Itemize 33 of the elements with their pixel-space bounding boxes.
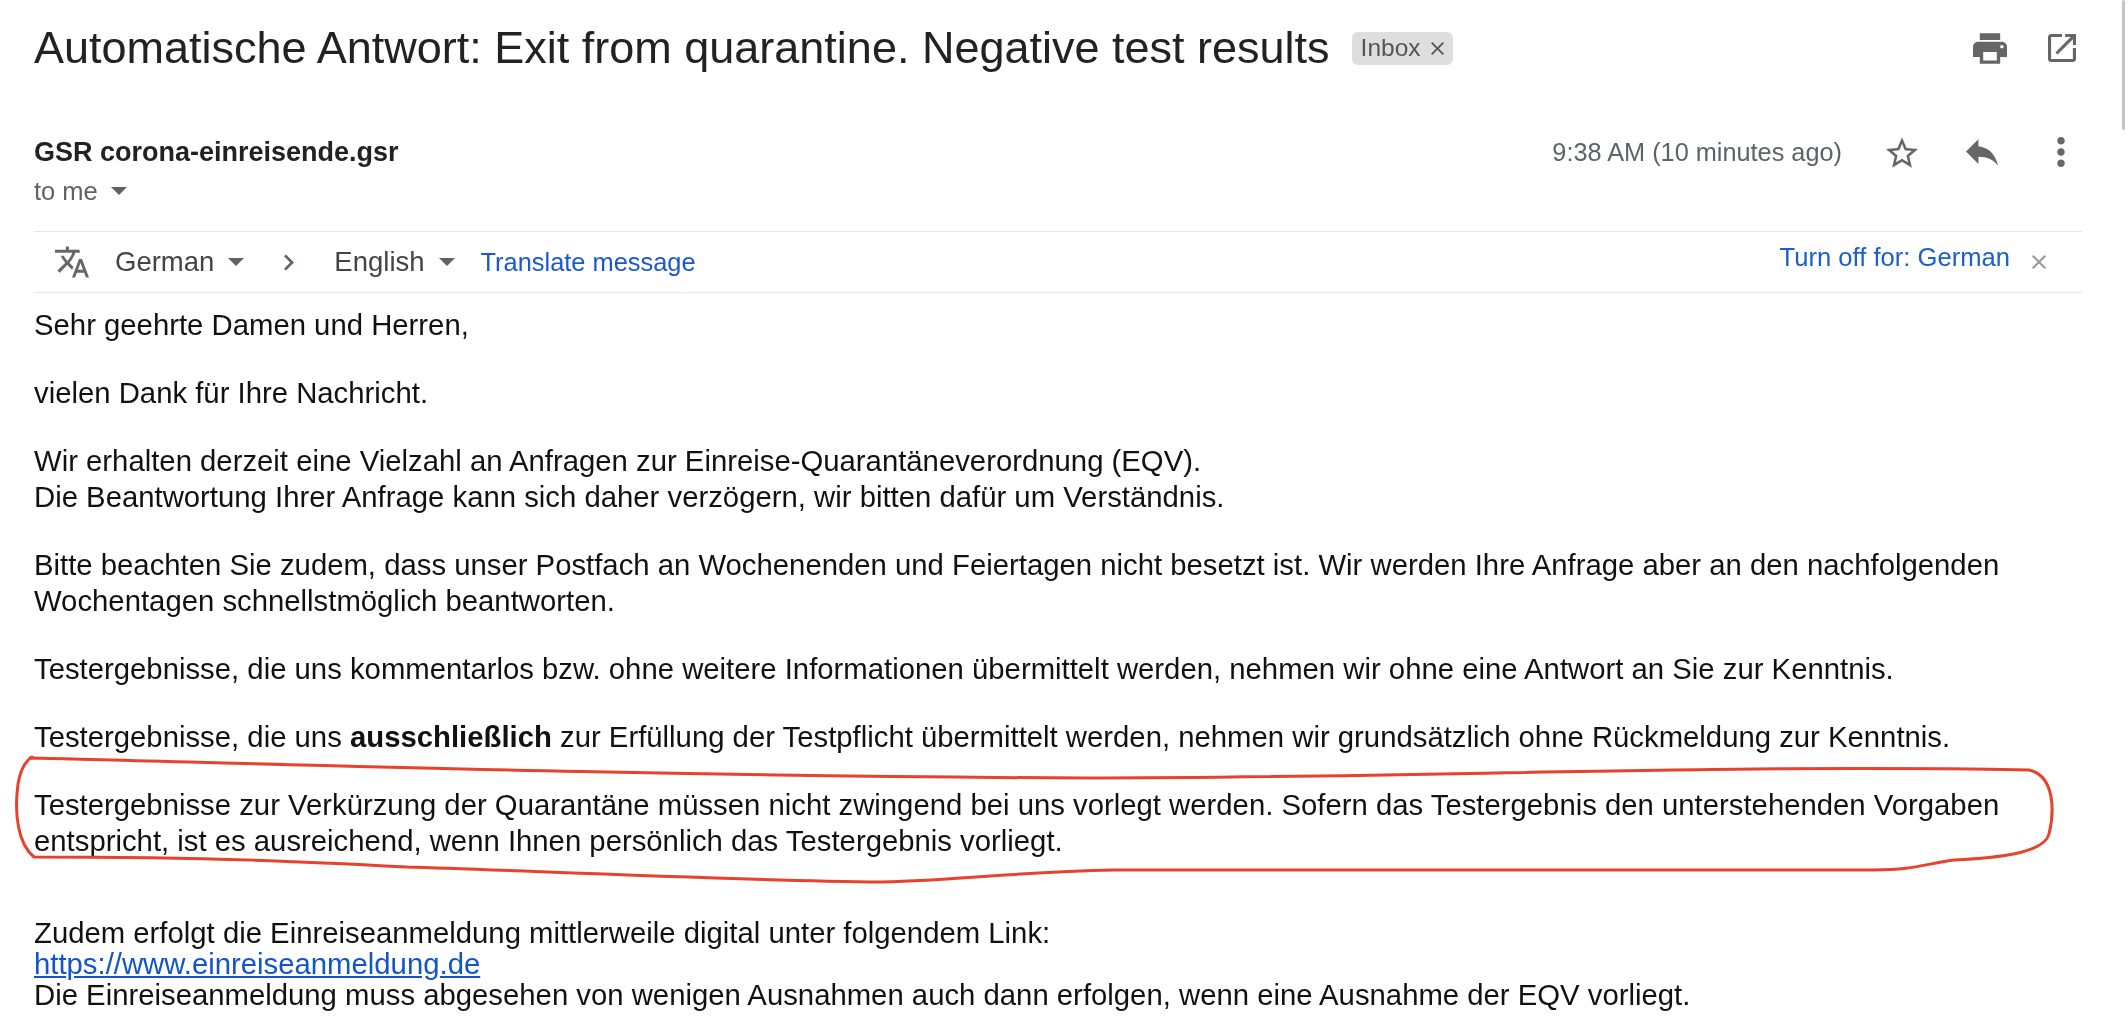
sender-name: GSR corona-einreisende.gsr [34, 136, 399, 169]
close-icon[interactable] [2032, 255, 2046, 269]
source-language-dropdown[interactable]: German [115, 246, 245, 278]
message-text: Testergebnisse, die uns ausschließlich zur Erfüllung der Testpflicht übermittelt werden, nehmen wir grundsätzlich ohne Rückmeldung zur Kenntnis. [34, 719, 1952, 755]
message-time: 9:38 AM (10 minutes ago) [1552, 137, 1842, 167]
message-text: Sehr geehrte Damen und Herren, [34, 307, 470, 343]
translate-icon [55, 246, 89, 278]
print-icon[interactable] [1973, 32, 2007, 64]
chevron-right-icon [284, 253, 295, 271]
message-text: Die Beantwortung Ihrer Anfrage kann sich daher verzögern, wir bitten dafür um Verständnis. [34, 479, 1226, 515]
recipient-text: to me [34, 176, 98, 206]
caret-icon [438, 258, 455, 266]
label-chip[interactable]: Inbox [1351, 31, 1453, 65]
remove-label-icon[interactable] [1430, 41, 1444, 55]
message-text: Wir erhalten derzeit eine Vielzahl an Anfragen zur Einreise-Quarantäneverordnung (EQV). [34, 443, 1203, 479]
open-in-new-icon[interactable] [2048, 34, 2076, 62]
target-language-dropdown[interactable]: English [334, 246, 455, 278]
email-subject: Automatische Antwort: Exit from quarantine. Negative test results [34, 22, 1330, 74]
star-icon[interactable] [1886, 136, 1918, 168]
turn-off-translation-link[interactable]: Turn off for: German [1779, 242, 2010, 272]
message-text: Zudem erfolgt die Einreiseanmeldung mittlerweile digital unter folgendem Link: [34, 917, 1051, 948]
caret-icon [228, 258, 245, 266]
caret-icon[interactable] [110, 187, 127, 195]
message-text: vielen Dank für Ihre Nachricht. [34, 375, 430, 411]
more-options-icon[interactable] [2057, 137, 2065, 167]
reply-icon[interactable] [1966, 138, 1998, 166]
message-text: Die Einreiseanmeldung muss abgesehen von wenigen Ausnahmen auch dann erfolgen, wenn eine Ausnahme der EQV vorliegt. [34, 979, 1691, 1010]
message-text: Bitte beachten Sie zudem, dass unser Postfach an Wochenenden und Feiertagen nicht besetzt ist. Wir werden Ihre Anfrage aber an den nachfolgenden Wochentagen schnellstmöglich beantworten. [34, 547, 2001, 619]
website-link[interactable]: https://www.einreiseanmeldung.de [34, 948, 481, 979]
message-text: Testergebnisse, die uns kommentarlos bzw. ohne weitere Informationen übermittelt werden, nehmen wir ohne eine Antwort an Sie zur Kenntnis. [34, 651, 1895, 687]
message-text: Testergebnisse zur Verkürzung der Quarantäne müssen nicht zwingend bei uns vorlegt werden. Sofern das Testergebnis den unterstehenden Vorgaben entspricht, ist es ausreichend, wenn Ihnen persönlich das Testergebnis vorliegt. [34, 787, 2001, 859]
translate-message-link[interactable]: Translate message [480, 247, 696, 277]
scrollbar-thumb[interactable] [2122, 0, 2125, 130]
